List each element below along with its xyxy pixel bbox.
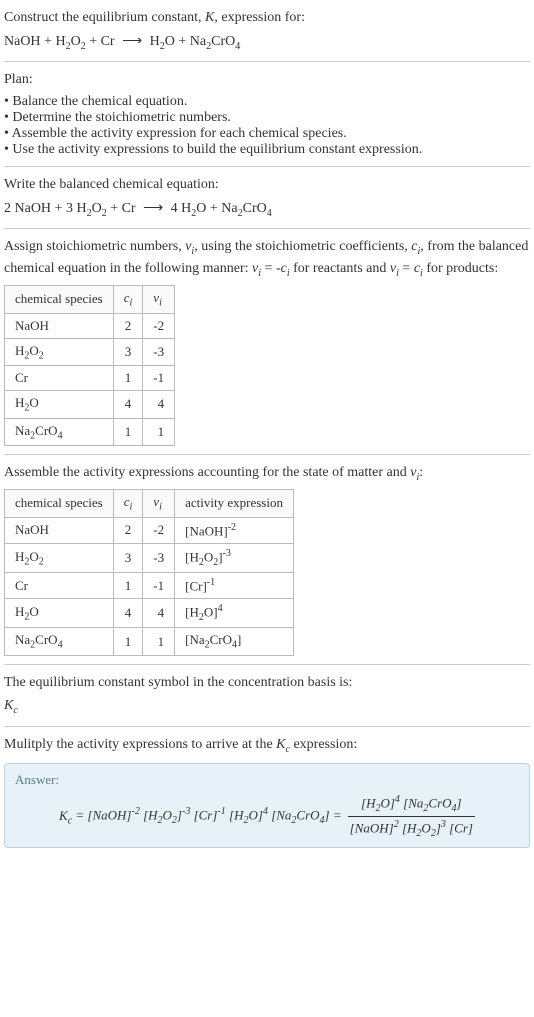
c-cell: 2 xyxy=(113,517,143,543)
plan-item: Balance the chemical equation. xyxy=(4,94,530,110)
plan-item: Assemble the activity expression for eac… xyxy=(4,126,530,142)
symbol-section: The equilibrium constant symbol in the c… xyxy=(4,673,530,718)
expr-cell: [H2O2]-3 xyxy=(175,544,294,573)
v-cell: -2 xyxy=(143,313,175,338)
c-cell: 1 xyxy=(113,572,143,598)
v-cell: -1 xyxy=(143,366,175,391)
col-header: ci xyxy=(113,490,143,518)
species-cell: NaOH xyxy=(5,313,114,338)
table-row: NaOH 2 -2 [NaOH]-2 xyxy=(5,517,294,543)
c-cell: 4 xyxy=(113,391,143,419)
divider xyxy=(4,664,530,665)
answer-equation: Kc = [NaOH]-2 [H2O2]-3 [Cr]-1 [H2O]4 [Na… xyxy=(15,794,519,839)
v-cell: 1 xyxy=(143,418,175,446)
table-row: H2O2 3 -3 [H2O2]-3 xyxy=(5,544,294,573)
divider xyxy=(4,228,530,229)
plan-item: Use the activity expressions to build th… xyxy=(4,142,530,158)
species-cell: NaOH xyxy=(5,517,114,543)
activity-section: Assemble the activity expressions accoun… xyxy=(4,463,530,655)
col-header: νi xyxy=(143,490,175,518)
c-cell: 1 xyxy=(113,366,143,391)
v-cell: 4 xyxy=(143,391,175,419)
divider xyxy=(4,166,530,167)
species-cell: Cr xyxy=(5,572,114,598)
v-cell: 4 xyxy=(143,599,175,628)
species-cell: H2O xyxy=(5,391,114,419)
balanced-equation: 2 NaOH + 3 H2O2 + Cr ⟶ 4 H2O + Na2CrO4 xyxy=(4,199,530,221)
species-cell: Na2CrO4 xyxy=(5,628,114,656)
expr-cell: [H2O]4 xyxy=(175,599,294,628)
construct-text: Construct the equilibrium constant, K, e… xyxy=(4,8,530,28)
plan-item: Determine the stoichiometric numbers. xyxy=(4,110,530,126)
species-cell: H2O xyxy=(5,599,114,628)
c-cell: 2 xyxy=(113,313,143,338)
activity-table: chemical species ci νi activity expressi… xyxy=(4,489,294,656)
expr-cell: [Cr]-1 xyxy=(175,572,294,598)
table-row: NaOH 2 -2 xyxy=(5,313,175,338)
col-header: activity expression xyxy=(175,490,294,518)
col-header: chemical species xyxy=(5,490,114,518)
table-row: H2O2 3 -3 xyxy=(5,338,175,366)
answer-label: Answer: xyxy=(15,772,519,788)
table-row: Na2CrO4 1 1 [Na2CrO4] xyxy=(5,628,294,656)
denominator: [NaOH]2 [H2O2]3 [Cr] xyxy=(348,817,475,839)
expr-cell: [Na2CrO4] xyxy=(175,628,294,656)
v-cell: -1 xyxy=(143,572,175,598)
kc-symbol: Kc xyxy=(4,696,530,718)
v-cell: -2 xyxy=(143,517,175,543)
balanced-section: Write the balanced chemical equation: 2 … xyxy=(4,175,530,220)
table-row: H2O 4 4 [H2O]4 xyxy=(5,599,294,628)
numerator: [H2O]4 [Na2CrO4] xyxy=(348,794,475,817)
species-cell: H2O2 xyxy=(5,338,114,366)
table-row: Cr 1 -1 xyxy=(5,366,175,391)
v-cell: -3 xyxy=(143,544,175,573)
stoich-intro: Assign stoichiometric numbers, νi, using… xyxy=(4,237,530,281)
multiply-section: Mulitply the activity expressions to arr… xyxy=(4,735,530,848)
unbalanced-equation: NaOH + H2O2 + Cr ⟶ H2O + Na2CrO4 xyxy=(4,32,530,54)
plan-list: Balance the chemical equation. Determine… xyxy=(4,94,530,158)
c-cell: 3 xyxy=(113,544,143,573)
intro: Construct the equilibrium constant, K, e… xyxy=(4,8,530,53)
species-cell: H2O2 xyxy=(5,544,114,573)
plan-section: Plan: Balance the chemical equation. Det… xyxy=(4,70,530,158)
divider xyxy=(4,454,530,455)
balanced-label: Write the balanced chemical equation: xyxy=(4,175,530,195)
activity-intro: Assemble the activity expressions accoun… xyxy=(4,463,530,485)
stoich-table: chemical species ci νi NaOH 2 -2 H2O2 3 … xyxy=(4,285,175,446)
stoich-section: Assign stoichiometric numbers, νi, using… xyxy=(4,237,530,446)
kc-eq: Kc = [NaOH]-2 [H2O2]-3 [Cr]-1 [H2O]4 [Na… xyxy=(59,806,342,826)
plan-label: Plan: xyxy=(4,70,530,90)
v-cell: 1 xyxy=(143,628,175,656)
expr-cell: [NaOH]-2 xyxy=(175,517,294,543)
table-row: Na2CrO4 1 1 xyxy=(5,418,175,446)
table-row: H2O 4 4 xyxy=(5,391,175,419)
multiply-intro: Mulitply the activity expressions to arr… xyxy=(4,735,530,757)
symbol-intro: The equilibrium constant symbol in the c… xyxy=(4,673,530,693)
c-cell: 3 xyxy=(113,338,143,366)
divider xyxy=(4,61,530,62)
v-cell: -3 xyxy=(143,338,175,366)
fraction: [H2O]4 [Na2CrO4] [NaOH]2 [H2O2]3 [Cr] xyxy=(348,794,475,839)
species-cell: Na2CrO4 xyxy=(5,418,114,446)
answer-box: Answer: Kc = [NaOH]-2 [H2O2]-3 [Cr]-1 [H… xyxy=(4,763,530,848)
table-row: Cr 1 -1 [Cr]-1 xyxy=(5,572,294,598)
c-cell: 4 xyxy=(113,599,143,628)
c-cell: 1 xyxy=(113,628,143,656)
col-header: ci xyxy=(113,285,143,313)
col-header: νi xyxy=(143,285,175,313)
species-cell: Cr xyxy=(5,366,114,391)
col-header: chemical species xyxy=(5,285,114,313)
divider xyxy=(4,726,530,727)
c-cell: 1 xyxy=(113,418,143,446)
